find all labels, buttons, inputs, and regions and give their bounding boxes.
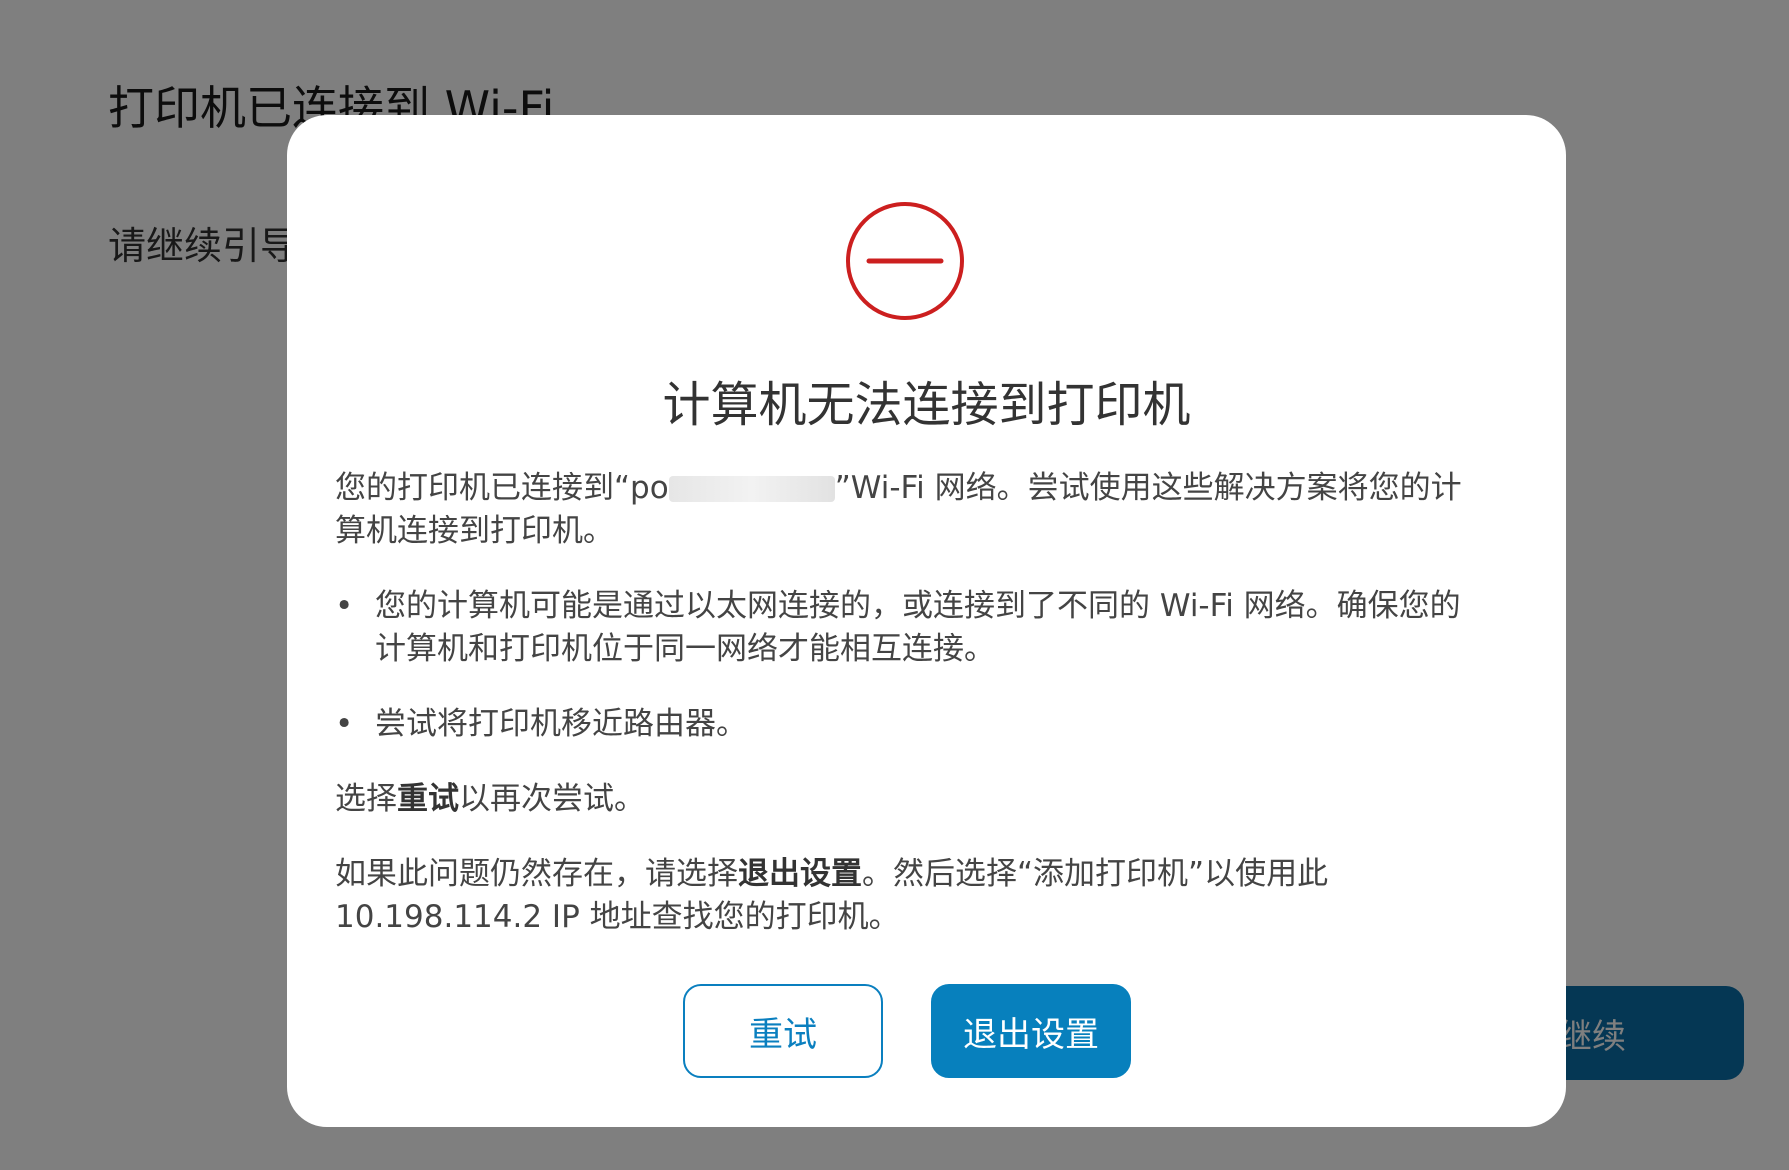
list-item: • 尝试将打印机移近路由器。 (335, 703, 1475, 746)
solution-text: 您的计算机可能是通过以太网连接的，或连接到了不同的 Wi-Fi 网络。确保您的计… (375, 588, 1461, 667)
dialog-title: 计算机无法连接到打印机 (662, 377, 1191, 433)
solutions-list: • 您的计算机可能是通过以太网连接的，或连接到了不同的 Wi-Fi 网络。确保您的… (335, 585, 1475, 746)
persist-hint: 如果此问题仍然存在，请选择退出设置。然后选择“添加打印机”以使用此 10.198… (335, 853, 1475, 939)
error-minus-icon (846, 202, 964, 320)
retry-hint: 选择重试以再次尝试。 (335, 778, 1475, 821)
solution-text: 尝试将打印机移近路由器。 (375, 706, 747, 742)
retry-hint-bold: 重试 (397, 781, 459, 817)
redacted-network-name (668, 476, 835, 502)
exit-setup-button[interactable]: 退出设置 (931, 984, 1131, 1078)
retry-hint-before: 选择 (335, 781, 397, 817)
list-item: • 您的计算机可能是通过以太网连接的，或连接到了不同的 Wi-Fi 网络。确保您的… (335, 585, 1475, 671)
retry-button[interactable]: 重试 (683, 984, 883, 1078)
dialog-body: 您的打印机已连接到“po ”Wi-Fi 网络。尝试使用这些解决方案将您的计算机连接… (335, 467, 1475, 971)
intro-text-before: 您的打印机已连接到“po (335, 470, 669, 506)
intro-paragraph: 您的打印机已连接到“po ”Wi-Fi 网络。尝试使用这些解决方案将您的计算机连接… (335, 467, 1475, 553)
bullet-icon: • (335, 588, 354, 624)
persist-bold: 退出设置 (738, 856, 862, 892)
retry-hint-after: 以再次尝试。 (459, 781, 645, 817)
bullet-icon: • (335, 706, 354, 742)
persist-before: 如果此问题仍然存在，请选择 (335, 856, 738, 892)
error-dialog: 计算机无法连接到打印机 您的打印机已连接到“po ”Wi-Fi 网络。尝试使用这些… (287, 115, 1566, 1127)
